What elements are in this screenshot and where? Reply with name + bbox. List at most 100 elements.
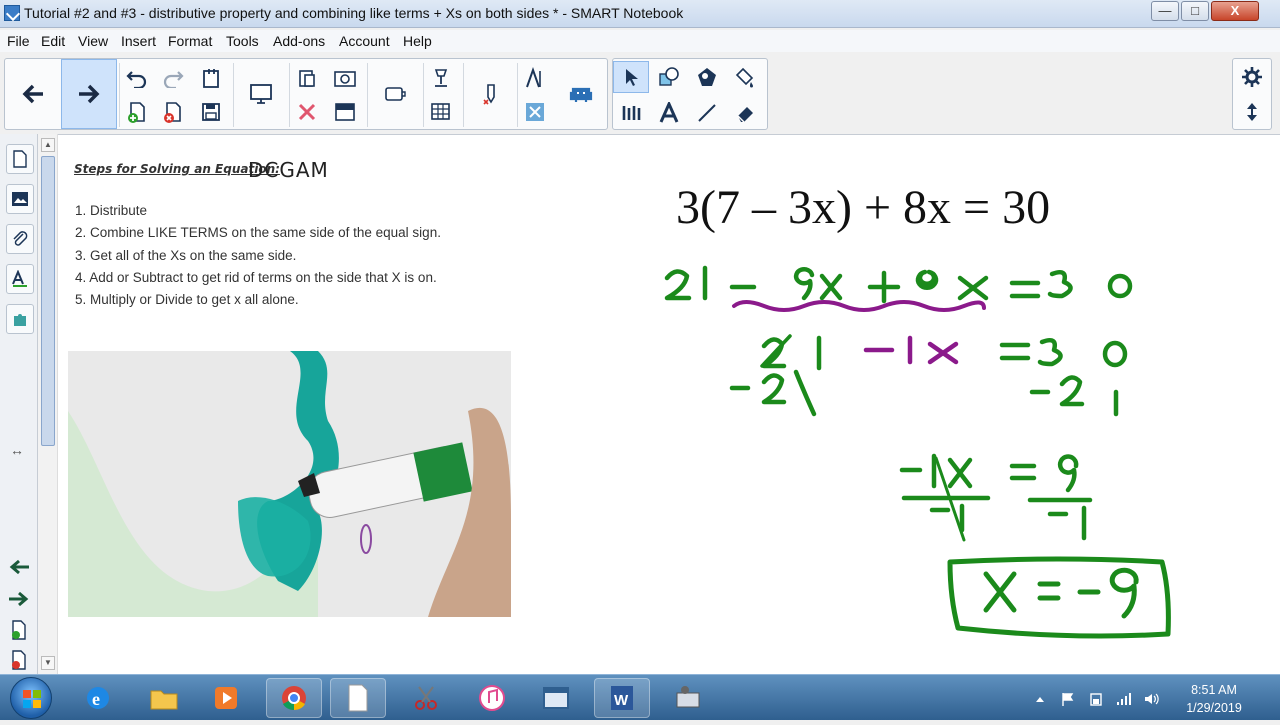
media-player-icon <box>215 687 237 709</box>
line-tool-button[interactable] <box>689 97 725 129</box>
taskbar-file-explorer[interactable] <box>136 678 192 718</box>
page-sorter-tab[interactable] <box>6 144 34 174</box>
document-camera-button[interactable] <box>423 62 459 94</box>
previous-page-side-button[interactable] <box>8 558 30 581</box>
menu-view[interactable]: View <box>78 33 108 49</box>
full-screen-button[interactable] <box>367 59 423 129</box>
arrow-right-icon <box>79 84 100 104</box>
display-screen-button[interactable] <box>233 59 289 129</box>
paste-icon <box>299 70 315 87</box>
properties-tab[interactable] <box>6 264 34 294</box>
redo-icon <box>163 71 184 88</box>
windows-taskbar: e W 8:51 AM 1/29/2019 <box>0 674 1280 720</box>
battery-icon[interactable] <box>1088 691 1104 707</box>
move-toolbar-button[interactable] <box>1235 96 1269 128</box>
previous-page-button[interactable] <box>5 59 61 129</box>
step-get-xs: 3. Get all of the Xs on the same side. <box>75 247 297 263</box>
add-page-side-button[interactable] <box>10 620 28 645</box>
activity-icon <box>526 103 544 121</box>
next-page-side-button[interactable] <box>8 590 30 613</box>
system-clock[interactable]: 8:51 AM 1/29/2019 <box>1174 681 1254 717</box>
menu-edit[interactable]: Edit <box>41 33 65 49</box>
screen-capture-button[interactable] <box>327 62 363 94</box>
delete-ink-button[interactable] <box>463 59 519 129</box>
shapes-icon <box>659 67 679 86</box>
paperclip-icon <box>13 231 28 246</box>
smart-notebook-app-icon <box>4 5 20 21</box>
menu-format[interactable]: Format <box>168 33 212 49</box>
text-a-icon <box>659 102 679 123</box>
menu-help[interactable]: Help <box>403 33 432 49</box>
fill-bucket-button[interactable] <box>727 61 763 93</box>
settings-button[interactable] <box>1235 61 1269 93</box>
start-button[interactable] <box>10 677 52 719</box>
insert-table-button[interactable] <box>423 96 459 128</box>
compass-icon <box>526 67 541 88</box>
menu-account[interactable]: Account <box>339 33 390 49</box>
scroll-up-arrow[interactable]: ▲ <box>41 138 55 152</box>
menu-file[interactable]: File <box>7 33 30 49</box>
delete-page-icon <box>164 102 181 123</box>
measurement-tools-button[interactable] <box>517 62 553 94</box>
volume-icon[interactable] <box>1144 691 1160 707</box>
screen-shade-button[interactable] <box>327 96 363 128</box>
tray-overflow-icon[interactable] <box>1032 691 1048 707</box>
resize-handle-icon[interactable]: ↔ <box>10 442 24 458</box>
close-button[interactable]: X <box>1211 1 1259 21</box>
paste-button[interactable] <box>289 62 325 94</box>
arrow-pointer-icon <box>626 69 638 86</box>
network-signal-icon[interactable] <box>1116 691 1132 707</box>
taskbar-smart-notebook[interactable] <box>330 678 386 718</box>
redo-button[interactable] <box>155 62 191 94</box>
delete-button[interactable] <box>289 96 325 128</box>
undo-button[interactable] <box>119 62 155 94</box>
fill-shape-button[interactable] <box>689 61 725 93</box>
folder-icon <box>150 690 178 710</box>
taskbar-media[interactable] <box>198 678 254 718</box>
select-tool-button[interactable] <box>613 61 649 93</box>
add-page-button[interactable] <box>119 96 155 128</box>
minimize-button[interactable]: — <box>1151 1 1179 21</box>
table-icon <box>431 103 450 120</box>
taskbar-window-manager[interactable] <box>528 678 584 718</box>
marker-photo <box>68 351 511 617</box>
taskbar-internet-explorer[interactable]: e <box>70 678 126 718</box>
gallery-tab[interactable] <box>6 184 34 214</box>
add-page-icon <box>12 620 26 640</box>
clock-time: 8:51 AM <box>1191 683 1237 697</box>
steps-list: 1. Distribute 2. Combine LIKE TERMS on t… <box>75 203 441 314</box>
delete-page-side-button[interactable] <box>10 650 28 675</box>
menu-add-ons[interactable]: Add-ons <box>273 33 325 49</box>
svg-text:W: W <box>614 692 629 709</box>
save-icon <box>202 103 220 121</box>
eraser-tool-button[interactable] <box>727 97 763 129</box>
activity-builder-button[interactable] <box>517 96 553 128</box>
attachments-tab[interactable] <box>6 224 34 254</box>
shapes-tool-button[interactable] <box>651 61 687 93</box>
scroll-down-arrow[interactable]: ▼ <box>41 656 55 670</box>
next-page-button[interactable] <box>61 59 117 129</box>
step-combine: 2. Combine LIKE TERMS on the same side o… <box>75 225 441 241</box>
page-sorter-button[interactable] <box>193 62 229 94</box>
paint-bucket-icon <box>735 67 754 88</box>
taskbar-recorder[interactable] <box>660 678 716 718</box>
save-button[interactable] <box>193 96 229 128</box>
pens-icon <box>622 106 641 120</box>
scroll-thumb[interactable] <box>41 156 55 446</box>
pens-tool-button[interactable] <box>613 97 649 129</box>
flag-icon[interactable] <box>1060 691 1076 707</box>
text-tool-button[interactable] <box>651 97 687 129</box>
taskbar-itunes[interactable] <box>464 678 520 718</box>
puzzle-icon <box>14 314 26 326</box>
menu-insert[interactable]: Insert <box>121 33 156 49</box>
taskbar-word[interactable]: W <box>594 678 650 718</box>
taskbar-chrome[interactable] <box>266 678 322 718</box>
svg-text:e: e <box>92 689 100 709</box>
delete-page-button[interactable] <box>155 96 191 128</box>
line-icon <box>698 104 716 122</box>
add-ons-button[interactable] <box>553 59 609 129</box>
add-ons-tab[interactable] <box>6 304 34 334</box>
maximize-button[interactable]: □ <box>1181 1 1209 21</box>
taskbar-snipping-tool[interactable] <box>398 678 454 718</box>
menu-tools[interactable]: Tools <box>226 33 259 49</box>
